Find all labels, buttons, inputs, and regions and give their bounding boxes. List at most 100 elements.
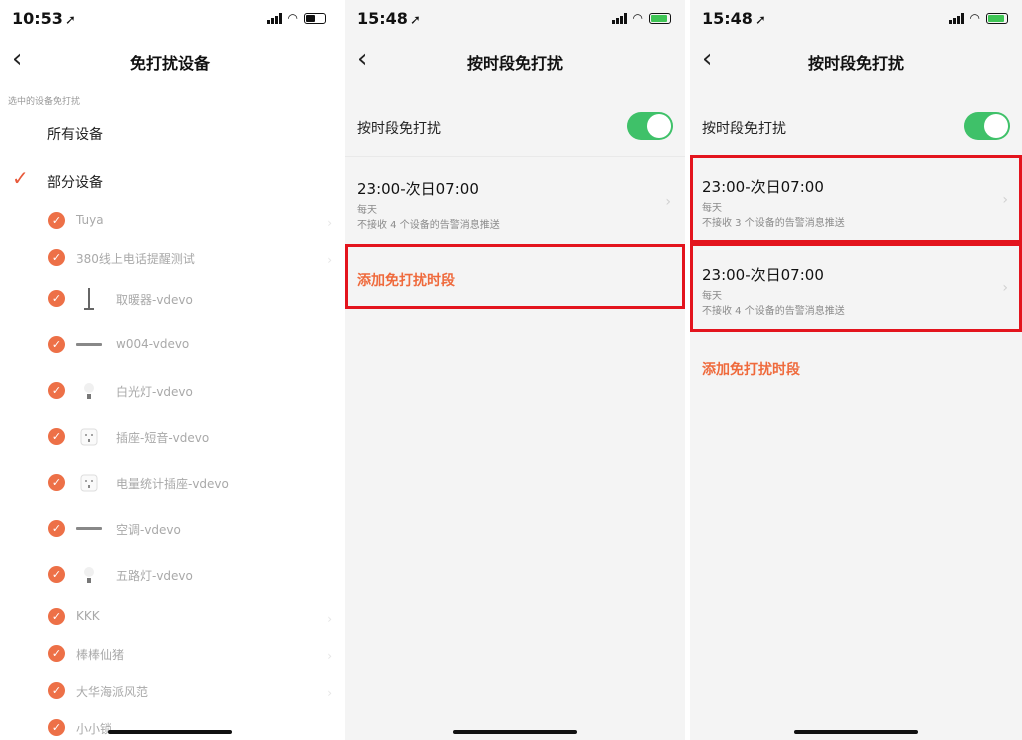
option-partial-devices[interactable]: 部分设备 — [47, 172, 103, 192]
page-title: 按时段免打扰 — [466, 54, 563, 73]
chevron-right-icon: › — [327, 216, 332, 230]
battery-charging-icon — [649, 12, 671, 24]
chevron-right-icon: › — [327, 686, 332, 700]
chevron-right-icon: › — [327, 612, 332, 626]
device-name: 电量统计插座-vdevo — [116, 477, 229, 491]
home-indicator[interactable] — [453, 730, 577, 734]
device-selection-screen: 10:53 ➚ ◠ ‹ 免打扰设备 选中的设备免打扰 所有设备 ✓ 部分设备 ✓ … — [0, 0, 340, 740]
device-name: 五路灯-vdevo — [116, 569, 193, 583]
nav-bar: ‹ 免打扰设备 — [0, 38, 340, 82]
home-indicator[interactable] — [794, 730, 918, 734]
device-name: w004-vdevo — [116, 337, 190, 351]
status-bar: 15:48 ➚ ◠ — [690, 0, 1022, 36]
signal-icon — [948, 12, 964, 24]
device-name: 大华海派风范 — [76, 685, 149, 699]
period-description: 不接收 4 个设备的告警消息推送 — [357, 220, 500, 231]
location-arrow-icon: ➚ — [754, 13, 766, 28]
battery-charging-icon — [986, 12, 1008, 24]
schedule-screen-double: 15:48 ➚ ◠ ‹ 按时段免打扰 按时段免打扰 23:00-次日07:00 每… — [690, 0, 1022, 740]
signal-icon — [266, 12, 282, 24]
checked-icon[interactable]: ✓ — [48, 719, 65, 736]
checked-icon[interactable]: ✓ — [48, 382, 65, 399]
list-item[interactable]: ✓ 取暖器-vdevo — [0, 277, 340, 323]
toggle-label: 按时段免打扰 — [702, 121, 786, 137]
chevron-right-icon: › — [665, 194, 671, 210]
list-item[interactable]: ✓ Tuya › — [0, 203, 340, 240]
checked-icon[interactable]: ✓ — [48, 474, 65, 491]
status-time: 10:53 ➚ — [12, 9, 76, 28]
schedule-toggle[interactable] — [627, 112, 673, 140]
toggle-knob — [984, 114, 1008, 138]
status-time: 15:48 ➚ — [702, 9, 766, 28]
add-period-button[interactable]: 添加免打扰时段 — [702, 359, 800, 379]
highlight-box — [690, 155, 1022, 243]
checked-icon[interactable]: ✓ — [48, 249, 65, 266]
device-name: 白光灯-vdevo — [116, 385, 193, 399]
socket-icon — [76, 423, 102, 451]
list-item[interactable]: ✓ 小小锁 — [0, 710, 340, 740]
location-arrow-icon: ➚ — [64, 13, 76, 28]
device-name: 棒棒仙猪 — [76, 648, 125, 662]
toggle-label: 按时段免打扰 — [357, 121, 441, 137]
checked-icon[interactable]: ✓ — [48, 682, 65, 699]
device-name: 空调-vdevo — [116, 523, 181, 537]
list-item[interactable]: ✓ 白光灯-vdevo — [0, 369, 340, 415]
checked-icon[interactable]: ✓ — [48, 645, 65, 662]
list-item[interactable]: ✓ 插座-短音-vdevo — [0, 415, 340, 461]
status-bar: 15:48 ➚ ◠ — [345, 0, 685, 36]
list-item[interactable]: ✓ 电量统计插座-vdevo — [0, 461, 340, 507]
checked-icon[interactable]: ✓ — [48, 428, 65, 445]
highlight-box — [345, 244, 685, 309]
device-name: 380线上电话提醒测试 — [76, 252, 195, 266]
checkmark-icon: ✓ — [12, 166, 29, 190]
status-bar: 10:53 ➚ ◠ — [0, 0, 340, 36]
highlight-box — [690, 243, 1022, 332]
socket-icon — [76, 469, 102, 497]
checked-icon[interactable]: ✓ — [48, 290, 65, 307]
list-item[interactable]: ✓ 380线上电话提醒测试 › — [0, 240, 340, 277]
bar-icon — [76, 515, 102, 543]
wifi-icon: ◠ — [632, 11, 643, 25]
divider — [345, 156, 685, 157]
period-item[interactable]: 23:00-次日07:00 每天 不接收 4 个设备的告警消息推送 › — [345, 166, 685, 244]
status-time: 15:48 ➚ — [357, 9, 421, 28]
list-item[interactable]: ✓ 五路灯-vdevo — [0, 553, 340, 599]
device-name: KKK — [76, 609, 100, 623]
device-name: Tuya — [76, 213, 104, 227]
device-list: ✓ Tuya › ✓ 380线上电话提醒测试 › ✓ 取暖器-vdevo ✓ w… — [0, 203, 340, 740]
toggle-knob — [647, 114, 671, 138]
location-arrow-icon: ➚ — [409, 13, 421, 28]
section-hint: 选中的设备免打扰 — [8, 97, 81, 107]
period-repeat: 每天 — [357, 205, 377, 216]
bar-icon — [76, 331, 102, 359]
period-time: 23:00-次日07:00 — [357, 180, 479, 198]
schedule-toggle-row: 按时段免打扰 — [345, 99, 685, 153]
bulb-icon — [76, 561, 102, 589]
heater-icon — [76, 285, 102, 313]
home-indicator[interactable] — [108, 730, 232, 734]
list-item[interactable]: ✓ w004-vdevo — [0, 323, 340, 369]
battery-icon — [304, 12, 326, 24]
checked-icon[interactable]: ✓ — [48, 566, 65, 583]
wifi-icon: ◠ — [287, 11, 298, 25]
bulb-icon — [76, 377, 102, 405]
list-item[interactable]: ✓ 大华海派风范 › — [0, 673, 340, 710]
checked-icon[interactable]: ✓ — [48, 608, 65, 625]
schedule-toggle[interactable] — [964, 112, 1010, 140]
page-title: 免打扰设备 — [129, 54, 210, 73]
list-item[interactable]: ✓ 空调-vdevo — [0, 507, 340, 553]
option-all-devices[interactable]: 所有设备 — [47, 124, 103, 144]
checked-icon[interactable]: ✓ — [48, 336, 65, 353]
list-item[interactable]: ✓ 棒棒仙猪 › — [0, 636, 340, 673]
device-name: 取暖器-vdevo — [116, 293, 193, 307]
nav-bar: ‹ 按时段免打扰 — [690, 38, 1022, 82]
list-item[interactable]: ✓ KKK › — [0, 599, 340, 636]
chevron-right-icon: › — [327, 649, 332, 663]
checked-icon[interactable]: ✓ — [48, 520, 65, 537]
device-name: 小小锁 — [76, 722, 113, 736]
page-title: 按时段免打扰 — [807, 54, 904, 73]
schedule-screen-single: 15:48 ➚ ◠ ‹ 按时段免打扰 按时段免打扰 23:00-次日07:00 每… — [345, 0, 685, 740]
checked-icon[interactable]: ✓ — [48, 212, 65, 229]
nav-bar: ‹ 按时段免打扰 — [345, 38, 685, 82]
chevron-right-icon: › — [327, 253, 332, 267]
